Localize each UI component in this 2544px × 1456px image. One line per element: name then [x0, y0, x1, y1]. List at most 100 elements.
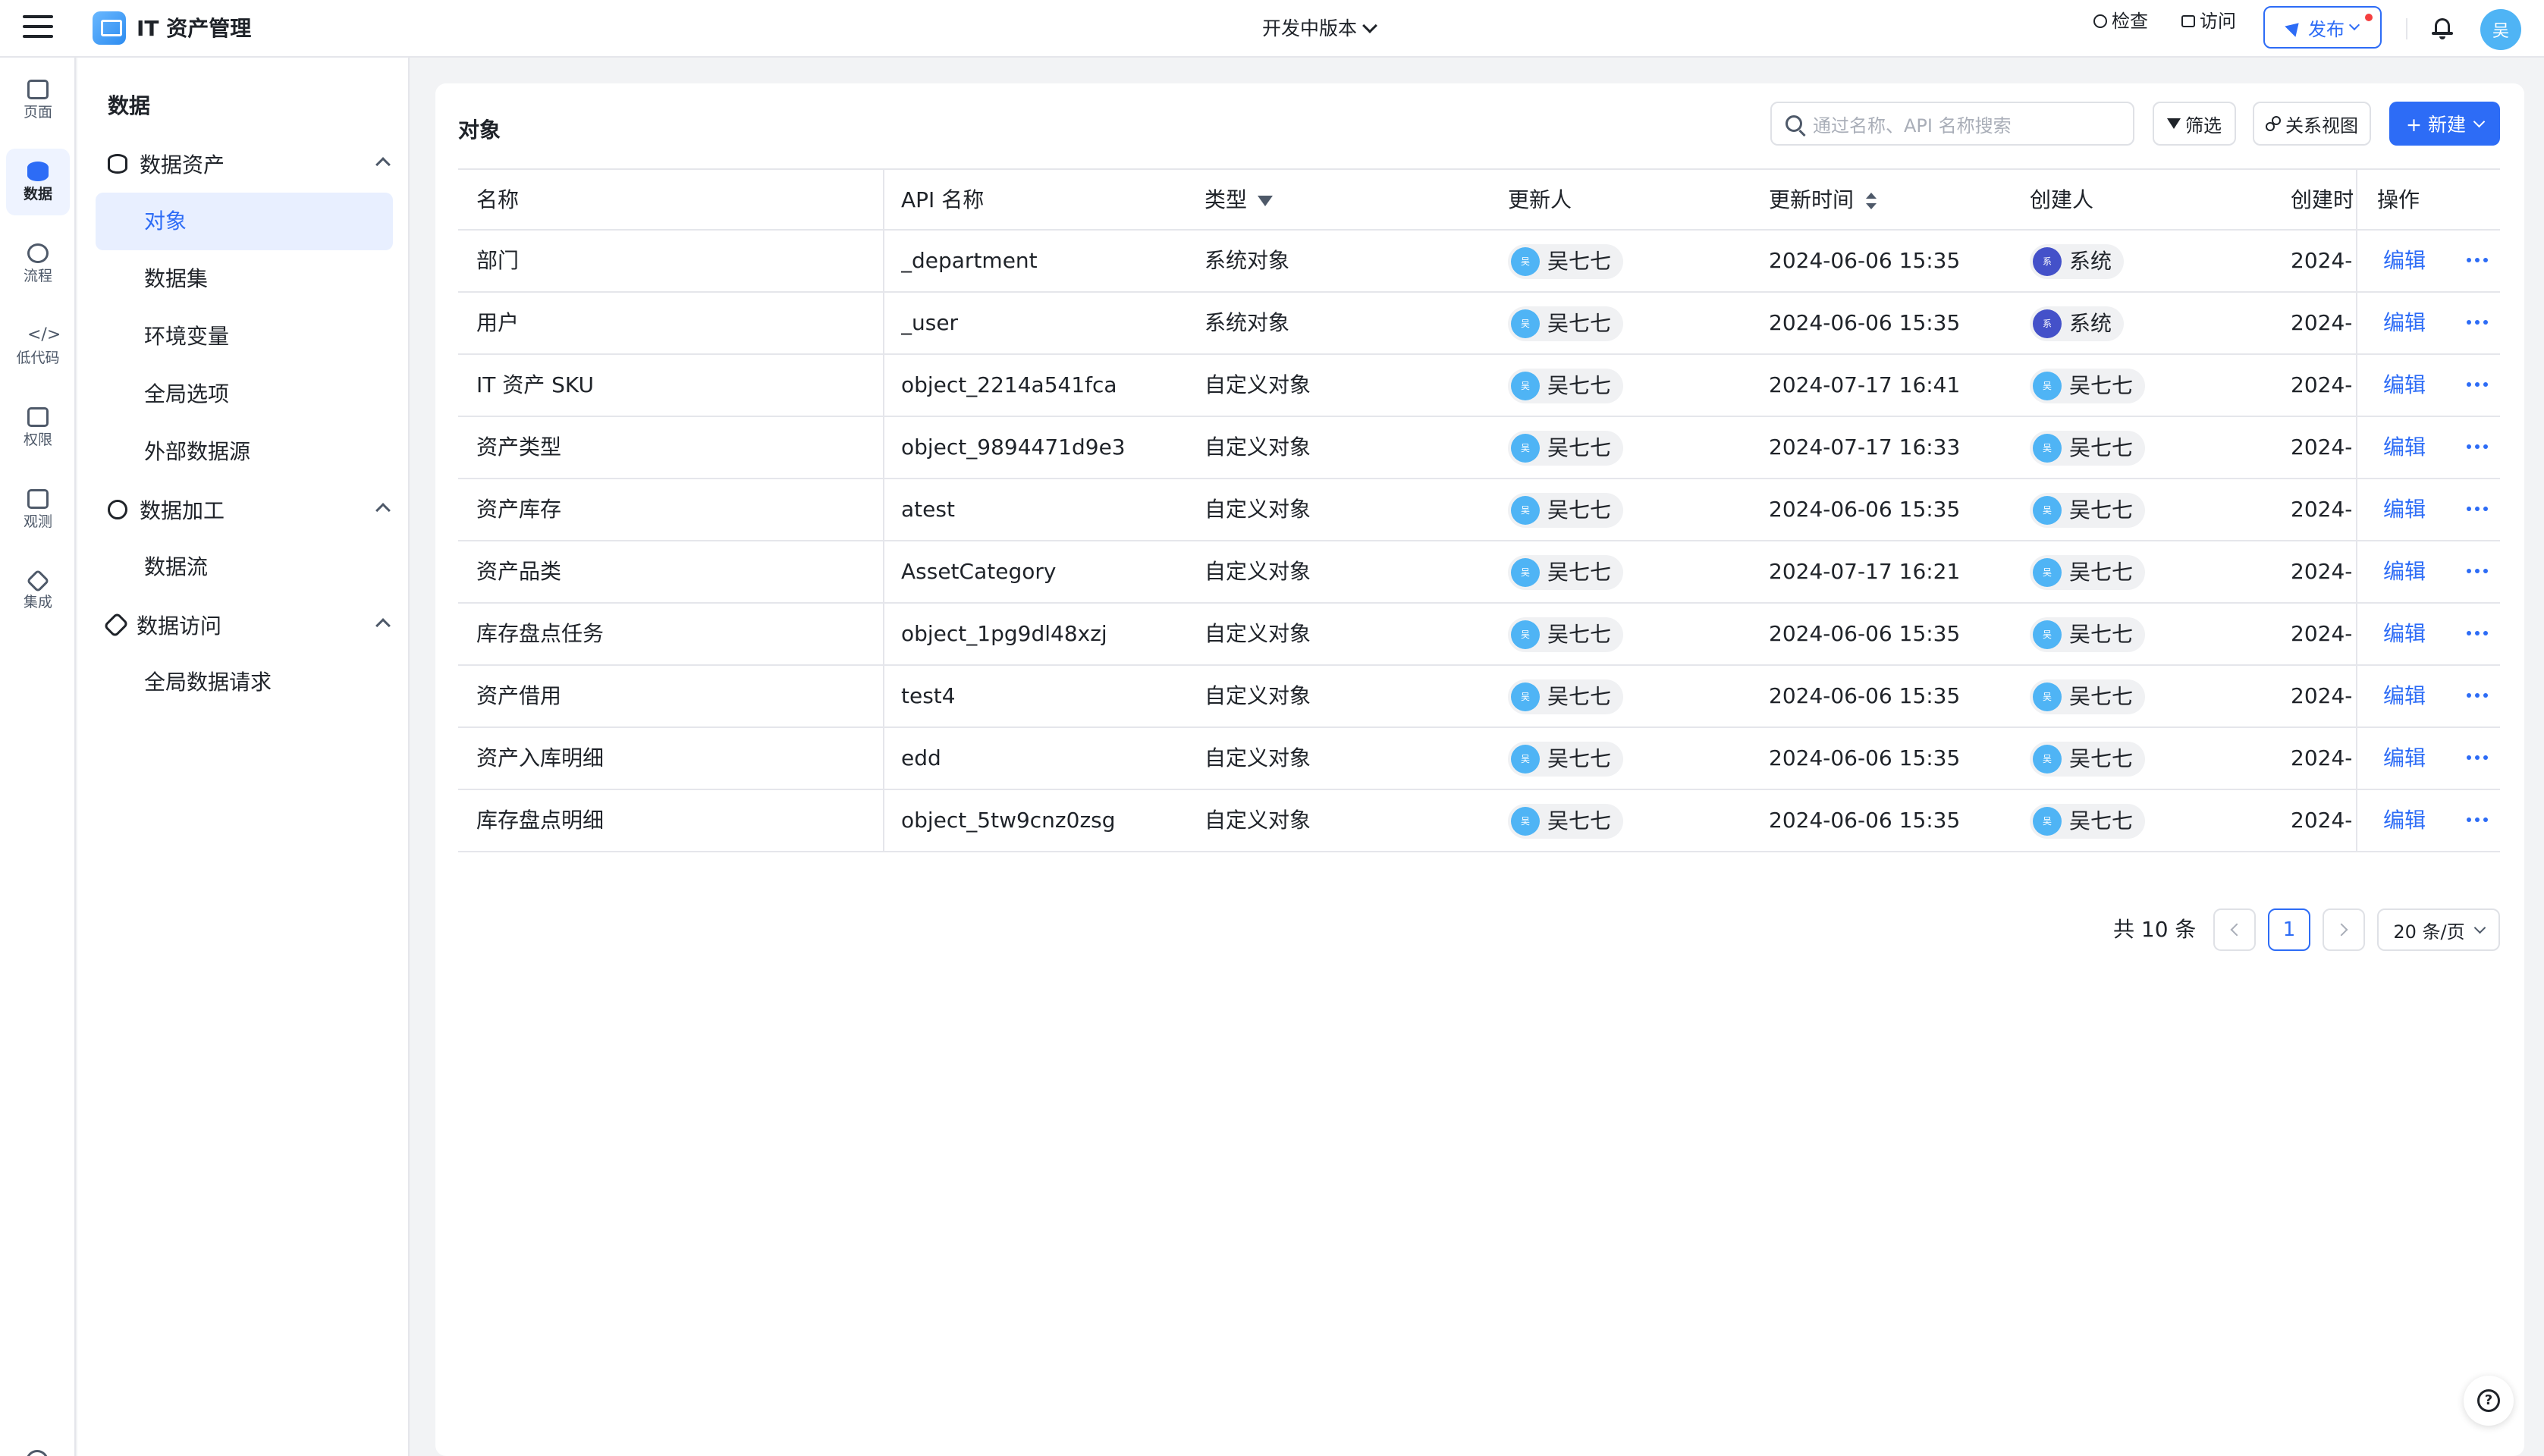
- edit-link[interactable]: 编辑: [2383, 479, 2429, 540]
- avatar: 吴: [2033, 682, 2062, 711]
- cube-icon: [26, 569, 50, 593]
- cell-api-name: edd: [901, 745, 941, 770]
- relation-view-button[interactable]: 关系视图: [2253, 102, 2371, 146]
- bell-icon[interactable]: [2432, 17, 2453, 39]
- divider: [2406, 18, 2407, 39]
- nav-item-external-sources[interactable]: 外部数据源: [96, 423, 393, 481]
- prev-page-button[interactable]: [2213, 908, 2256, 951]
- table-row[interactable]: 库存盘点明细 object_5tw9cnz0zsg 自定义对象吴吴七七 2024-06…: [458, 790, 2500, 852]
- avatar: 吴: [1511, 620, 1540, 649]
- more-icon[interactable]: [2467, 444, 2488, 449]
- table-row[interactable]: 用户 _user 系统对象 吴吴七七 2024-06-06 15:35 系系统 2024-0…: [458, 293, 2500, 355]
- menu-icon[interactable]: [23, 15, 53, 42]
- table-row[interactable]: 部门 _department 系统对象 吴吴七七 2024-06-06 15:35 系系统…: [458, 231, 2500, 293]
- edit-link[interactable]: 编辑: [2383, 728, 2429, 789]
- more-icon[interactable]: [2467, 755, 2488, 760]
- edit-link[interactable]: 编辑: [2383, 541, 2429, 602]
- notification-dot: [2365, 14, 2373, 21]
- rail-label: 观测: [23, 513, 52, 530]
- creator-name: 系统: [2069, 311, 2112, 336]
- nav-item-dataflow[interactable]: 数据流: [96, 538, 393, 596]
- more-icon[interactable]: [2467, 258, 2488, 262]
- cell-api-name: _department: [901, 248, 1038, 273]
- help-button[interactable]: ?: [2464, 1376, 2514, 1426]
- nav-group-data-processing[interactable]: 数据加工: [108, 488, 391, 531]
- avatar: 吴: [2033, 496, 2062, 525]
- edit-link[interactable]: 编辑: [2383, 355, 2429, 416]
- more-icon[interactable]: [2467, 693, 2488, 698]
- page-size-label: 20 条/页: [2393, 921, 2465, 943]
- avatar: 吴: [1511, 372, 1540, 400]
- more-icon[interactable]: [2467, 817, 2488, 822]
- table-row[interactable]: 资产入库明细 edd 自定义对象吴吴七七 2024-06-06 15:35 吴吴七七 20…: [458, 728, 2500, 790]
- visit-button[interactable]: 访问: [2181, 6, 2236, 36]
- column-divider: [883, 728, 884, 789]
- creator-tag: 系系统: [2030, 306, 2125, 341]
- rail-item-page[interactable]: 页面: [6, 67, 70, 133]
- cell-api-name: object_5tw9cnz0zsg: [901, 808, 1116, 833]
- new-button[interactable]: + 新建: [2389, 102, 2500, 146]
- nav-item-datasets[interactable]: 数据集: [96, 250, 393, 308]
- next-page-button[interactable]: [2323, 908, 2365, 951]
- edit-link[interactable]: 编辑: [2383, 293, 2429, 353]
- cell-type: 自定义对象: [1204, 683, 1311, 708]
- more-icon[interactable]: [2467, 507, 2488, 511]
- data-nav-panel: 数据 数据资产 对象 数据集 环境变量 全局选项 外部数据源 数据加工 数据流 …: [77, 58, 410, 1456]
- updater-name: 吴七七: [1547, 311, 1612, 336]
- publish-button[interactable]: 发布: [2263, 6, 2382, 49]
- rail-item-code[interactable]: </> 低代码: [6, 312, 70, 379]
- nav-group-data-access[interactable]: 数据访问: [103, 604, 391, 646]
- search-input[interactable]: 通过名称、API 名称搜索: [1770, 102, 2134, 146]
- nav-item-global-options[interactable]: 全局选项: [96, 366, 393, 423]
- edit-link[interactable]: 编辑: [2383, 231, 2429, 291]
- nav-item-global-requests[interactable]: 全局数据请求: [96, 654, 393, 711]
- creator-tag: 吴吴七七: [2030, 617, 2146, 652]
- table-row[interactable]: 资产库存 atest 自定义对象吴吴七七 2024-06-06 15:35 吴吴七七 20…: [458, 479, 2500, 541]
- updater-tag: 吴吴七七: [1508, 431, 1624, 466]
- table-row[interactable]: 资产品类 AssetCategory 自定义对象吴吴七七 2024-07-17 16:…: [458, 541, 2500, 604]
- nav-heading: 数据: [108, 93, 151, 118]
- table-row[interactable]: 资产借用 test4 自定义对象吴吴七七 2024-06-06 15:35 吴吴七七 20…: [458, 666, 2500, 728]
- table-row[interactable]: 资产类型 object_9894471d9e3 自定义对象吴吴七七 2024-07-1…: [458, 417, 2500, 479]
- table-row[interactable]: IT 资产 SKU object_2214a541fca 自定义对象吴吴七七 2024…: [458, 355, 2500, 417]
- nav-group-data-assets[interactable]: 数据资产: [108, 143, 391, 185]
- filter-button[interactable]: 筛选: [2153, 102, 2236, 146]
- updater-name: 吴七七: [1547, 684, 1612, 709]
- inspect-button[interactable]: 检查: [2093, 6, 2148, 36]
- rail-item-permission[interactable]: 权限: [6, 394, 70, 461]
- more-icon[interactable]: [2467, 569, 2488, 573]
- rail-item-observe[interactable]: 观测: [6, 476, 70, 543]
- rail-item-data[interactable]: 数据: [6, 149, 70, 215]
- rail-item-flow[interactable]: 流程: [6, 231, 70, 297]
- avatar: 吴: [2033, 558, 2062, 587]
- gear-icon[interactable]: [26, 1450, 49, 1456]
- rail-item-integration[interactable]: 集成: [6, 558, 70, 625]
- user-avatar[interactable]: 吴: [2480, 9, 2521, 50]
- filter-icon[interactable]: [1258, 196, 1274, 206]
- new-label: + 新建: [2406, 114, 2466, 136]
- page-number[interactable]: 1: [2268, 908, 2310, 951]
- edit-link[interactable]: 编辑: [2383, 604, 2429, 664]
- avatar: 系: [2033, 247, 2062, 276]
- edit-link[interactable]: 编辑: [2383, 417, 2429, 478]
- updater-tag: 吴吴七七: [1508, 804, 1624, 839]
- version-selector[interactable]: 开发中版本: [1262, 14, 1377, 44]
- cell-created-time: 2024-0: [2291, 372, 2353, 397]
- more-icon[interactable]: [2467, 382, 2488, 387]
- sort-icon[interactable]: [1866, 193, 1877, 209]
- cell-name: 资产类型: [476, 435, 562, 460]
- column-divider: [2356, 604, 2357, 664]
- cell-created-time: 2024-0: [2291, 248, 2353, 273]
- cell-api-name: object_1pg9dl48xzj: [901, 621, 1107, 646]
- page-size-select[interactable]: 20 条/页: [2377, 908, 2500, 951]
- cell-name: 资产品类: [476, 559, 562, 584]
- more-icon[interactable]: [2467, 320, 2488, 325]
- more-icon[interactable]: [2467, 631, 2488, 635]
- nav-item-env-vars[interactable]: 环境变量: [96, 308, 393, 366]
- cell-updated-time: 2024-06-06 15:35: [1769, 808, 1961, 833]
- nav-item-objects[interactable]: 对象: [96, 193, 393, 250]
- cell-updated-time: 2024-06-06 15:35: [1769, 745, 1961, 770]
- table-row[interactable]: 库存盘点任务 object_1pg9dl48xzj 自定义对象吴吴七七 2024-06…: [458, 604, 2500, 666]
- edit-link[interactable]: 编辑: [2383, 666, 2429, 726]
- edit-link[interactable]: 编辑: [2383, 790, 2429, 851]
